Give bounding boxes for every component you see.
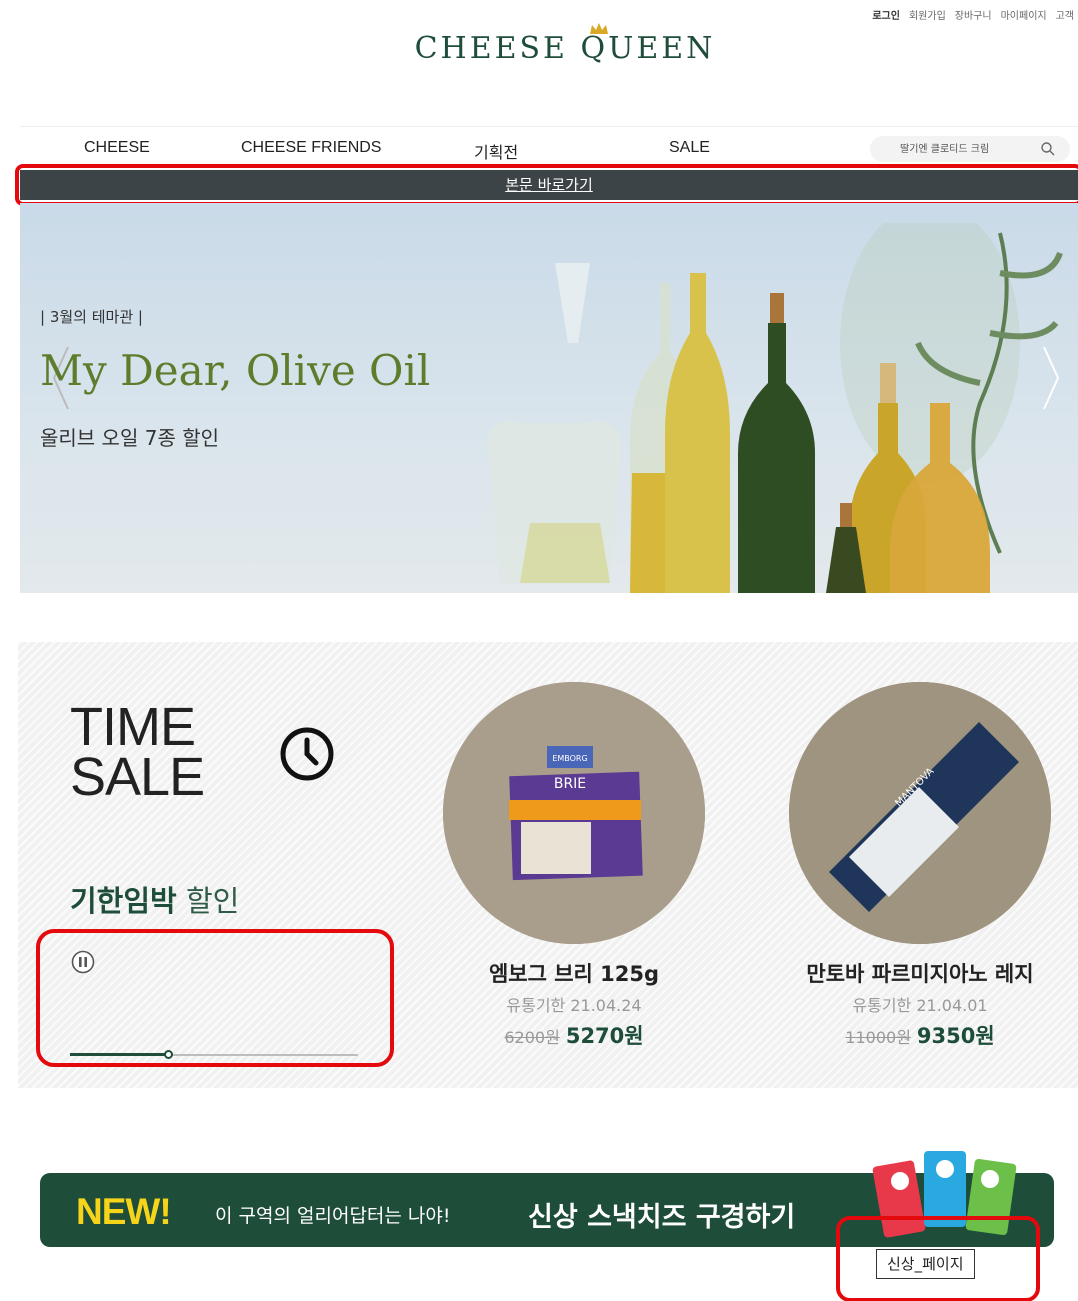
product-price: 6200원 5270원 (439, 1020, 709, 1050)
hero-subtitle: 올리브 오일 7종 할인 (40, 426, 219, 450)
time-sale-label: 기한임박 할인 (70, 878, 239, 920)
mypage-link[interactable]: 마이페이지 (1001, 7, 1047, 22)
pause-icon[interactable] (71, 950, 95, 974)
old-price: 11000원 (845, 1028, 911, 1047)
hero-kicker: | 3월의 테마관 | (40, 308, 143, 326)
sale-price: 9350원 (916, 1024, 995, 1048)
new-arrivals-banner[interactable]: NEW! 이 구역의 얼리어답터는 나야! 신상 스낵치즈 구경하기 (40, 1151, 1054, 1247)
chevron-right-icon[interactable] (1038, 343, 1062, 413)
skip-to-content-link[interactable]: 본문 바로가기 (505, 176, 593, 194)
product-image[interactable]: EMBORG BRIE (443, 682, 705, 944)
hero-banner[interactable]: | 3월의 테마관 | My Dear, Olive Oil 올리브 오일 7종… (20, 203, 1078, 593)
time-sale-title: TIME SALE (70, 697, 205, 807)
brie-image: EMBORG BRIE (443, 682, 705, 944)
nav-item-special[interactable]: 기획전 (474, 139, 518, 163)
login-link[interactable]: 로그인 (872, 7, 900, 22)
logo-text: CHEESE QUEEN (414, 31, 716, 66)
new-banner-text: 이 구역의 얼리어답터는 나야! (215, 1205, 451, 1227)
product-image[interactable]: MANTOVA (789, 682, 1051, 944)
progress-knob[interactable] (163, 1050, 173, 1059)
nav-item-cheese-friends[interactable]: CHEESE FRIENDS (241, 139, 381, 157)
search-input[interactable] (870, 136, 1030, 162)
time-sale-label-bold: 기한임박 (70, 884, 177, 918)
time-sale-title-line2: SALE (70, 747, 205, 807)
parmigiano-image: MANTOVA (789, 682, 1051, 944)
product-card[interactable]: EMBORG BRIE 엠보그 브리 125g 유통기한 21.04.24 62… (439, 682, 709, 1050)
nav-item-cheese[interactable]: CHEESE (84, 139, 150, 157)
product-price: 11000원 9350원 (785, 1020, 1055, 1050)
old-price: 6200원 (504, 1028, 560, 1047)
brie-name: BRIE (554, 776, 586, 792)
logo[interactable]: CHEESE QUEEN (0, 22, 1078, 76)
main-nav: CHEESE CHEESE FRIENDS 기획전 SALE (20, 126, 1078, 170)
new-banner-cta[interactable]: 신상 스낵치즈 구경하기 (528, 1195, 795, 1234)
product-card[interactable]: MANTOVA 만토바 파르미지아노 레지 유통기한 21.04.01 1100… (785, 682, 1055, 1050)
search-icon[interactable] (1040, 141, 1056, 157)
new-label: NEW! (76, 1191, 172, 1232)
tooltip: 신상_페이지 (876, 1249, 975, 1279)
nav-item-sale[interactable]: SALE (669, 139, 710, 157)
brie-brand: EMBORG (552, 754, 587, 763)
cart-link[interactable]: 장바구니 (955, 7, 992, 22)
crown-icon (590, 23, 608, 34)
product-name[interactable]: 엠보그 브리 125g (439, 958, 709, 988)
product-expiry: 유통기한 21.04.01 (852, 996, 988, 1015)
sale-price: 5270원 (565, 1024, 644, 1048)
time-sale-progress[interactable] (70, 1050, 358, 1059)
hero-image (488, 223, 1063, 593)
customer-link[interactable]: 고객 (1056, 7, 1074, 22)
time-sale-section: TIME SALE 기한임박 할인 EMBORG BRIE 엠보그 브리 125… (18, 642, 1078, 1088)
signup-link[interactable]: 회원가입 (909, 7, 946, 22)
time-sale-title-line1: TIME (70, 697, 196, 757)
product-name[interactable]: 만토바 파르미지아노 레지 (785, 958, 1055, 988)
progress-fill (70, 1053, 168, 1056)
product-expiry: 유통기한 21.04.24 (506, 996, 642, 1015)
clock-icon (280, 727, 334, 781)
snack-cheese-image (872, 1151, 1017, 1238)
hero-title: My Dear, Olive Oil (40, 346, 431, 395)
time-sale-label-rest: 할인 (176, 884, 240, 918)
skip-bar: 본문 바로가기 (20, 170, 1078, 200)
utility-links: 로그인 회원가입 장바구니 마이페이지 고객 (872, 7, 1074, 22)
search-box (870, 136, 1070, 162)
